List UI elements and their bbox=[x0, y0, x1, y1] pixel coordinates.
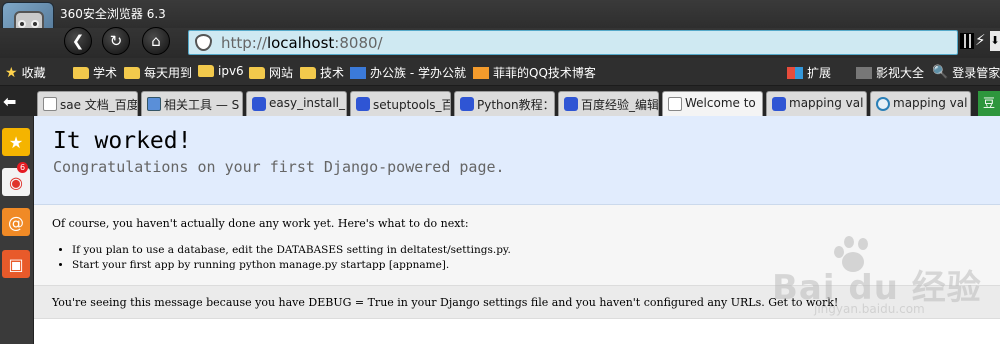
bookmark-qq-blog[interactable]: 菲菲的QQ技术博客 bbox=[473, 64, 596, 81]
folder-icon bbox=[73, 66, 89, 79]
tab-setuptools[interactable]: setuptools_百 bbox=[350, 91, 451, 116]
g-icon bbox=[876, 97, 890, 111]
folder-icon bbox=[198, 65, 214, 77]
weibo-badge: 6 bbox=[17, 162, 28, 173]
doc-icon bbox=[43, 97, 57, 111]
bangong-icon bbox=[350, 66, 366, 79]
tab-easy-install[interactable]: easy_install_ bbox=[246, 91, 347, 116]
instructions-intro: Of course, you haven't actually done any… bbox=[52, 217, 469, 230]
url-text[interactable]: http://localhost:8080/ bbox=[221, 34, 383, 52]
bookmark-folder[interactable]: 学术 bbox=[73, 64, 117, 81]
baidu-watermark: Bai du 经验 jingyan.baidu.com bbox=[752, 232, 992, 322]
summary-section: It worked! Congratulations on your first… bbox=[34, 116, 1000, 205]
tab-python-tutorial[interactable]: Python教程： bbox=[454, 91, 555, 116]
baidu-paw-icon bbox=[356, 97, 370, 111]
douban-icon: 豆 bbox=[982, 96, 995, 110]
tab-baidu-jingyan[interactable]: 百度经验_编辑 bbox=[558, 91, 659, 116]
image-icon bbox=[147, 97, 161, 111]
folder-icon bbox=[249, 66, 265, 79]
bookmark-folder[interactable]: 网站 bbox=[249, 64, 293, 81]
login-manager-button[interactable]: 🔍 登录管家 bbox=[932, 64, 1000, 81]
favorites-star-icon[interactable]: ★ bbox=[2, 128, 30, 156]
tab-mapping-val-2[interactable]: mapping val bbox=[870, 91, 971, 116]
watermark-url: jingyan.baidu.com bbox=[814, 302, 925, 316]
doc-icon bbox=[668, 97, 682, 111]
tab-mapping-val-1[interactable]: mapping val bbox=[766, 91, 867, 116]
tab-welcome-active[interactable]: Welcome to bbox=[662, 91, 763, 116]
folder-icon bbox=[300, 66, 316, 79]
list-item: Start your first app by running python m… bbox=[72, 259, 511, 274]
bookmark-favorites[interactable]: ★ 收藏 bbox=[5, 64, 46, 81]
download-arrow-icon[interactable]: ⬇ bbox=[990, 31, 1000, 51]
tab-douban[interactable]: 豆 bbox=[978, 91, 1000, 116]
address-bar[interactable]: http://localhost:8080/ bbox=[188, 30, 958, 55]
steps-list: If you plan to use a database, edit the … bbox=[64, 244, 511, 274]
page-subtitle: Congratulations on your first Django-pow… bbox=[53, 158, 505, 176]
home-button[interactable]: ⌂ bbox=[142, 27, 170, 55]
explanation-text: You're seeing this message because you h… bbox=[52, 296, 839, 309]
baidu-paw-icon bbox=[772, 97, 786, 111]
bookmark-folder[interactable]: ipv6 bbox=[198, 64, 244, 78]
tab-sae-docs[interactable]: sae 文档_百度 bbox=[37, 91, 138, 116]
baidu-paw-icon bbox=[460, 97, 474, 111]
lightning-icon[interactable]: ⚡ bbox=[975, 31, 986, 49]
blog-icon bbox=[473, 66, 489, 79]
weibo-icon[interactable]: ◉ bbox=[2, 168, 30, 196]
page-title: It worked! bbox=[53, 128, 192, 154]
refresh-button[interactable]: ↻ bbox=[102, 27, 130, 55]
baidu-paw-icon bbox=[564, 97, 578, 111]
bookmark-folder[interactable]: 每天用到 bbox=[124, 64, 192, 81]
mail-icon[interactable]: @ bbox=[2, 208, 30, 236]
qr-code-icon[interactable] bbox=[960, 33, 974, 49]
search-icon: 🔍 bbox=[932, 65, 949, 80]
grid-icon bbox=[787, 66, 803, 79]
shield-icon[interactable] bbox=[195, 34, 212, 51]
tab-related-tools[interactable]: 相关工具 — S bbox=[141, 91, 243, 116]
play-icon bbox=[856, 66, 872, 79]
bookmark-folder[interactable]: 技术 bbox=[300, 64, 344, 81]
folder-icon bbox=[124, 66, 140, 79]
tab-back-arrow-icon[interactable]: ⬅ bbox=[3, 92, 16, 111]
back-button[interactable]: ❮ bbox=[64, 27, 92, 55]
window-title: 360安全浏览器 6.3 bbox=[60, 7, 166, 21]
shopping-icon[interactable]: ▣ bbox=[2, 250, 30, 278]
video-button[interactable]: 影视大全 bbox=[856, 64, 924, 81]
baidu-paw-icon bbox=[252, 97, 266, 111]
bookmark-bangong[interactable]: 办公族 - 学办公就 bbox=[350, 64, 466, 81]
list-item: If you plan to use a database, edit the … bbox=[72, 244, 511, 259]
extensions-button[interactable]: 扩展 bbox=[787, 64, 831, 81]
star-icon: ★ bbox=[5, 64, 18, 81]
